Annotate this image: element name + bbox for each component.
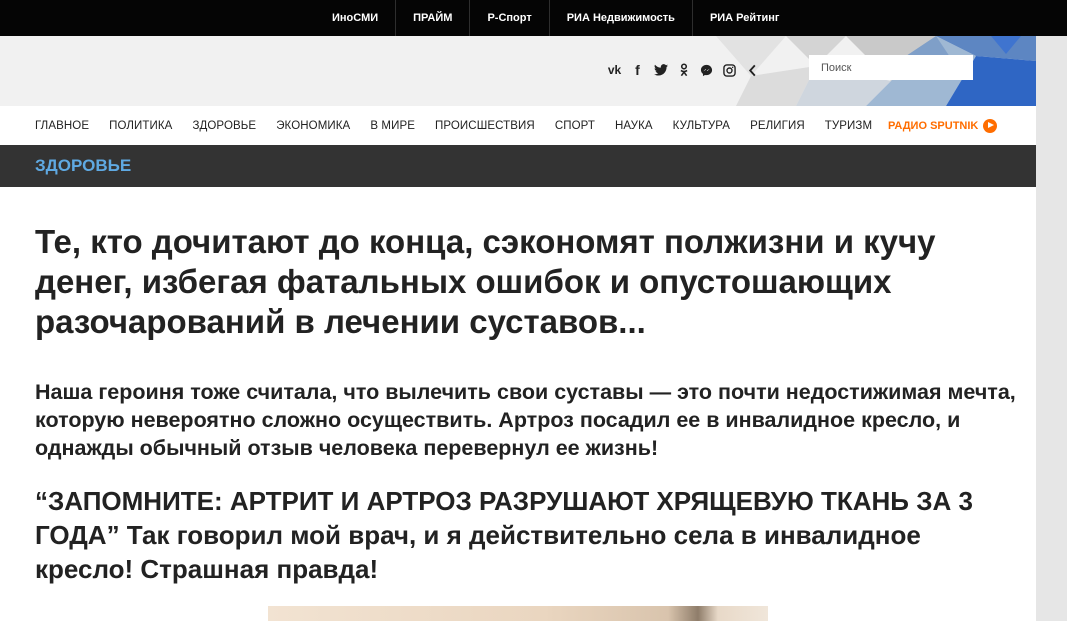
partner-link-prime[interactable]: ПРАЙМ — [395, 0, 469, 36]
section-bar: ЗДОРОВЬЕ — [0, 145, 1036, 187]
nav-list: ГЛАВНОЕ ПОЛИТИКА ЗДОРОВЬЕ ЭКОНОМИКА В МИ… — [35, 106, 872, 145]
article-quote: “ЗАПОМНИТЕ: АРТРИТ И АРТРОЗ РАЗРУШАЮТ ХР… — [35, 486, 973, 584]
partner-link-inosmi[interactable]: ИноСМИ — [315, 0, 395, 36]
nav-item-kultura[interactable]: КУЛЬТУРА — [673, 120, 730, 132]
search-input[interactable] — [809, 55, 973, 80]
nav-item-politika[interactable]: ПОЛИТИКА — [109, 120, 172, 132]
nav-item-glavnoe[interactable]: ГЛАВНОЕ — [35, 120, 89, 132]
scrollbar-track[interactable] — [1036, 36, 1067, 621]
radio-sputnik-link[interactable]: РАДИО SPUTNIK — [888, 106, 998, 145]
radio-sputnik-label: РАДИО SPUTNIK — [888, 119, 979, 132]
nav-item-religiya[interactable]: РЕЛИГИЯ — [750, 120, 805, 132]
site-header: vk f — [0, 36, 1036, 106]
nav-item-zdorovie[interactable]: ЗДОРОВЬЕ — [192, 120, 256, 132]
article-lead: Наша героиня тоже считала, что вылечить … — [35, 380, 1016, 460]
nav-item-v-mire[interactable]: В МИРЕ — [370, 120, 415, 132]
nav-item-turizm[interactable]: ТУРИЗМ — [825, 120, 872, 132]
nav-item-ekonomika[interactable]: ЭКОНОМИКА — [276, 120, 350, 132]
section-title[interactable]: ЗДОРОВЬЕ — [35, 145, 131, 187]
partner-link-ria-rating[interactable]: РИА Рейтинг — [691, 0, 797, 36]
partner-topbar: ИноСМИ ПРАЙМ Р-Спорт РИА Недвижимость РИ… — [0, 0, 1067, 36]
nav-item-proisshestviya[interactable]: ПРОИСШЕСТВИЯ — [435, 120, 535, 132]
page: vk f ГЛАВНОЕ ПОЛИТИКА ЗДОРОВЬЕ ЭК — [0, 0, 1036, 621]
nav-item-sport[interactable]: СПОРТ — [555, 120, 595, 132]
partner-links: ИноСМИ ПРАЙМ Р-Спорт РИА Недвижимость РИ… — [315, 0, 797, 36]
facebook-icon[interactable]: f — [626, 61, 649, 79]
social-links: vk f — [603, 61, 764, 79]
partner-link-rsport[interactable]: Р-Спорт — [469, 0, 548, 36]
partner-link-ria-realty[interactable]: РИА Недвижимость — [548, 0, 692, 36]
article-photo — [268, 606, 768, 621]
instagram-icon[interactable] — [718, 61, 741, 79]
odnoklassniki-icon[interactable] — [672, 61, 695, 79]
messenger-icon[interactable] — [695, 61, 718, 79]
collapse-arrow-icon[interactable] — [741, 61, 764, 79]
vk-icon[interactable]: vk — [603, 61, 626, 79]
main-nav: ГЛАВНОЕ ПОЛИТИКА ЗДОРОВЬЕ ЭКОНОМИКА В МИ… — [0, 106, 1036, 145]
article-headline: Те, кто дочитают до конца, сэкономят пол… — [35, 223, 936, 340]
play-icon — [983, 118, 998, 133]
nav-item-nauka[interactable]: НАУКА — [615, 120, 653, 132]
twitter-icon[interactable] — [649, 61, 672, 79]
